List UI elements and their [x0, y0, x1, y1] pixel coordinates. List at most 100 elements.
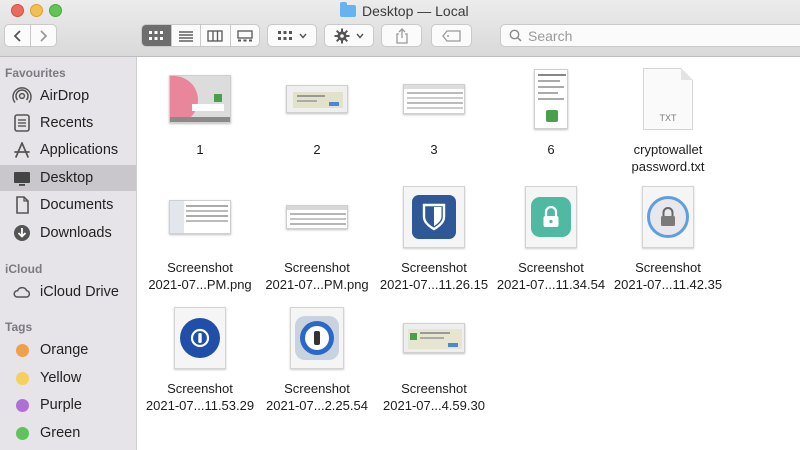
purple-tag-icon: [16, 398, 29, 412]
screenshot-thumbnail-icon: [286, 85, 348, 113]
minimize-window-button[interactable]: [30, 4, 43, 17]
file-type-badge: TXT: [659, 113, 677, 123]
file-item[interactable]: 3: [374, 63, 494, 158]
sidebar-item-icloud-drive[interactable]: iCloud Drive: [0, 279, 136, 305]
file-name-line: 2021-07...PM.png: [148, 277, 252, 292]
sidebar-item-airdrop[interactable]: AirDrop: [0, 83, 136, 109]
sidebar-item-label: iCloud Drive: [40, 284, 119, 300]
tag-icon: [441, 29, 461, 42]
list-view-button[interactable]: [172, 25, 201, 46]
toolbar: Desktop — Local: [0, 0, 800, 57]
view-mode-group: [141, 24, 260, 47]
file-thumbnail: [632, 181, 704, 253]
chevron-down-icon: [299, 33, 307, 39]
file-name-line: password.txt: [631, 159, 705, 174]
file-name-line: 2021-07...2.25.54: [266, 398, 368, 413]
section-title-icloud: iCloud: [5, 262, 43, 276]
action-menu-button[interactable]: [324, 24, 374, 47]
search-icon: [509, 29, 522, 42]
sidebar-item-tag-orange[interactable]: Orange: [0, 337, 136, 363]
sidebar: Favourites AirDrop Recents Applications …: [0, 57, 137, 450]
sidebar-item-label: Yellow: [40, 370, 82, 386]
file-item[interactable]: Screenshot 2021-07...11.34.54: [491, 181, 611, 293]
icon-view-button[interactable]: [142, 25, 172, 46]
sidebar-item-label: Applications: [40, 142, 119, 158]
screenshot-thumbnail-icon: [403, 323, 465, 353]
file-thumbnail: TXT: [632, 63, 704, 135]
file-item[interactable]: Screenshot 2021-07...11.26.15: [374, 181, 494, 293]
sidebar-item-recents[interactable]: Recents: [0, 110, 136, 136]
file-name-line: Screenshot: [284, 260, 350, 275]
zoom-window-button[interactable]: [49, 4, 62, 17]
file-name: 2: [313, 142, 321, 157]
file-item[interactable]: Screenshot 2021-07...PM.png: [140, 181, 260, 293]
share-button[interactable]: [381, 24, 422, 47]
yellow-tag-icon: [16, 371, 29, 385]
file-item[interactable]: Screenshot 2021-07...11.53.29: [140, 302, 260, 414]
file-thumbnail: [164, 181, 236, 253]
orange-tag-icon: [16, 343, 29, 357]
file-item[interactable]: 2: [257, 63, 377, 158]
recents-icon: [12, 113, 32, 133]
file-name: Screenshot 2021-07...4.59.30: [383, 380, 485, 414]
text-document-icon: TXT: [643, 68, 693, 130]
file-name: Screenshot 2021-07...11.53.29: [146, 380, 254, 414]
list-icon: [178, 30, 193, 42]
close-window-button[interactable]: [11, 4, 24, 17]
file-item[interactable]: 6: [491, 63, 611, 158]
file-name-line: Screenshot: [167, 260, 233, 275]
tag-button[interactable]: [431, 24, 472, 47]
file-thumbnail: [281, 63, 353, 135]
file-item[interactable]: Screenshot 2021-07...11.42.35: [608, 181, 728, 293]
share-icon: [395, 27, 408, 44]
sidebar-item-label: Documents: [40, 197, 114, 213]
file-name-line: Screenshot: [401, 260, 467, 275]
sidebar-item-label: Downloads: [40, 225, 112, 241]
sidebar-item-tag-yellow[interactable]: Yellow: [0, 365, 136, 391]
file-item[interactable]: 1: [140, 63, 260, 158]
file-name: Screenshot 2021-07...11.42.35: [614, 259, 722, 293]
file-thumbnail: [515, 63, 587, 135]
column-view-button[interactable]: [201, 25, 231, 46]
search-field[interactable]: [500, 24, 800, 47]
sidebar-item-downloads[interactable]: Downloads: [0, 220, 136, 246]
file-thumbnail: [398, 63, 470, 135]
sidebar-item-tag-green[interactable]: Green: [0, 420, 136, 446]
sidebar-item-desktop[interactable]: Desktop: [0, 165, 136, 191]
file-grid: 1 2 3 6 TXT cryptowallet password.txt Sc…: [137, 58, 800, 450]
file-name-line: Screenshot: [284, 381, 350, 396]
file-name-line: 2021-07...11.53.29: [145, 398, 255, 413]
file-thumbnail: [281, 181, 353, 253]
keeper-app-icon: [174, 307, 226, 369]
grid-icon: [149, 30, 164, 40]
file-name-line: Screenshot: [518, 260, 584, 275]
search-input[interactable]: [528, 27, 778, 44]
file-name-line: Screenshot: [167, 381, 233, 396]
1password-app-icon: [290, 307, 344, 369]
sidebar-item-documents[interactable]: Documents: [0, 192, 136, 218]
downloads-icon: [12, 223, 32, 243]
chevron-down-icon: [356, 33, 364, 39]
sidebar-item-label: Purple: [40, 397, 82, 413]
file-thumbnail: [515, 181, 587, 253]
gallery-view-button[interactable]: [231, 25, 260, 46]
file-name-line: cryptowallet: [633, 142, 703, 157]
screenshot-thumbnail-icon: [286, 205, 348, 229]
file-name: Screenshot 2021-07...PM.png: [265, 259, 368, 293]
back-button[interactable]: [5, 25, 30, 46]
sidebar-item-applications[interactable]: Applications: [0, 137, 136, 163]
file-item[interactable]: Screenshot 2021-07...4.59.30: [374, 302, 494, 414]
forward-button[interactable]: [31, 25, 56, 46]
lock-circle-app-icon: [642, 186, 694, 248]
file-item[interactable]: TXT cryptowallet password.txt: [608, 63, 728, 175]
file-name-line: 2021-07...11.26.15: [379, 277, 489, 292]
sidebar-item-label: Green: [40, 425, 81, 441]
file-name: Screenshot 2021-07...PM.png: [148, 259, 251, 293]
file-item[interactable]: Screenshot 2021-07...PM.png: [257, 181, 377, 293]
file-name: 1: [196, 142, 204, 157]
sidebar-item-tag-purple[interactable]: Purple: [0, 392, 136, 418]
grid-icon: [278, 30, 292, 40]
sidebar-item-label: AirDrop: [40, 88, 90, 104]
group-by-button[interactable]: [267, 24, 317, 47]
file-item[interactable]: Screenshot 2021-07...2.25.54: [257, 302, 377, 414]
